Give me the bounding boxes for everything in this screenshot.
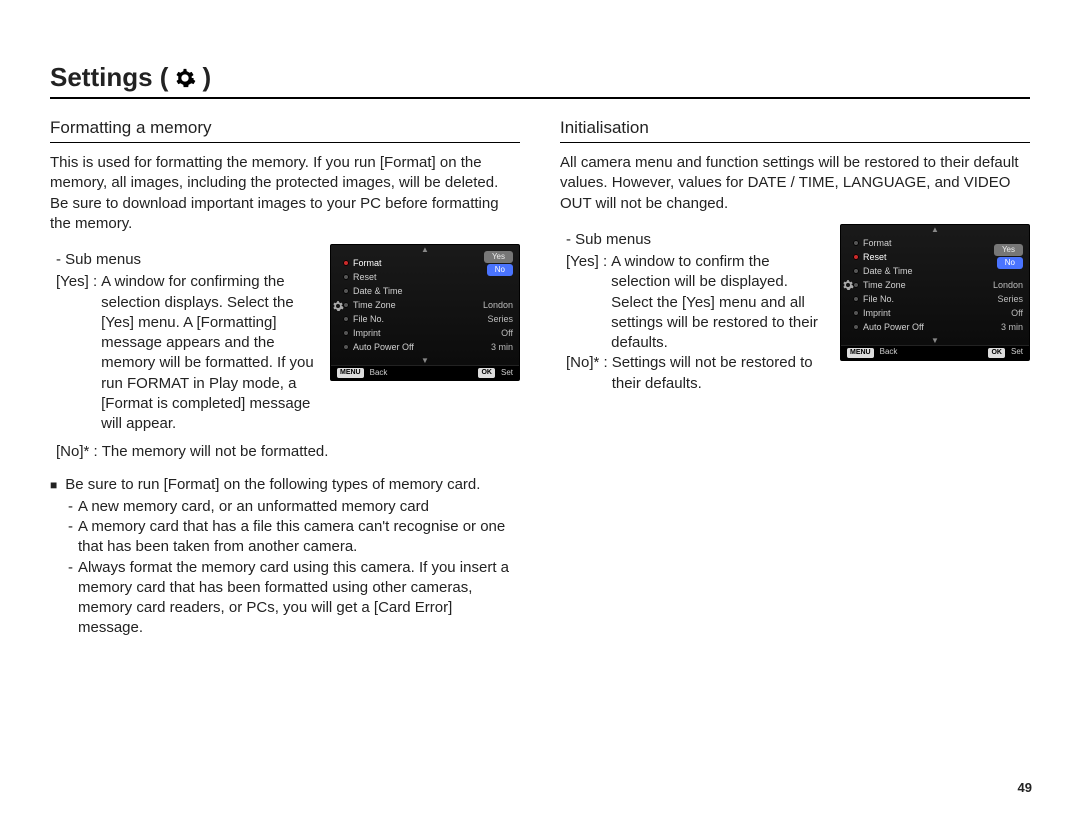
cam-item-label: Auto Power Off [863, 321, 995, 333]
cam-item-label: Auto Power Off [353, 341, 485, 353]
cam-item-label: Date & Time [353, 285, 513, 297]
cam-item-dot-icon [343, 330, 349, 336]
dash-item: -Always format the memory card using thi… [68, 558, 520, 639]
footer-back-tag: MENU [847, 348, 874, 358]
intro-text: This is used for formatting the memory. … [50, 153, 520, 234]
submenu-yes-val: A window to confirm the selection will b… [611, 252, 830, 353]
page-title: Settings ( ) [50, 60, 1030, 99]
cam-item-value: 3 min [491, 341, 513, 353]
cam-item-label: File No. [863, 293, 991, 305]
cam-item: File No. Series [337, 312, 513, 326]
cam-item-value: 3 min [1001, 321, 1023, 333]
cam-item: Date & Time [337, 284, 513, 298]
cam-item-label: Imprint [353, 327, 495, 339]
footer-set-tag: OK [988, 348, 1005, 358]
cam-item-label: Date & Time [863, 265, 1023, 277]
cam-item-label: Time Zone [353, 299, 477, 311]
footer-back-label: Back [370, 368, 388, 379]
cam-item: Reset [337, 270, 513, 284]
cam-opt-yes: Yes [484, 251, 513, 263]
title-prefix: Settings ( [50, 60, 168, 95]
cam-item-label: Reset [353, 271, 513, 283]
cam-item-dot-icon [853, 282, 859, 288]
cam-item: Auto Power Off 3 min [847, 320, 1023, 334]
submenu-no-key: [No]* : [56, 442, 98, 462]
section-heading: Formatting a memory [50, 117, 520, 143]
cam-item-dot-icon [343, 302, 349, 308]
cam-item-dot-icon [853, 324, 859, 330]
section-initialisation: Initialisation All camera menu and funct… [560, 117, 1030, 638]
cam-item-label: Format [353, 257, 484, 269]
submenus-label: - Sub menus [56, 250, 320, 270]
page-number: 49 [1018, 779, 1032, 797]
cam-opt-yes: Yes [994, 244, 1023, 256]
bullet-lead-text: Be sure to run [Format] on the following… [65, 475, 480, 495]
cam-item-dot-icon [343, 344, 349, 350]
submenus-label: - Sub menus [566, 230, 830, 250]
cam-item: Date & Time [847, 264, 1023, 278]
submenu-yes-key: [Yes] : [56, 272, 97, 292]
footer-back-label: Back [880, 347, 898, 358]
submenu-yes-val: A window for confirming the selection di… [101, 272, 320, 434]
cam-item: Imprint Off [847, 306, 1023, 320]
title-suffix: ) [202, 60, 211, 95]
dash-list: -A new memory card, or an unformatted me… [68, 497, 520, 639]
cam-item: Time Zone London [847, 278, 1023, 292]
cam-item-value: Off [1011, 307, 1023, 319]
footer-set-tag: OK [478, 368, 495, 378]
cam-item: FormatYesNo [337, 256, 513, 270]
scroll-down-icon: ▼ [841, 336, 1029, 345]
gear-icon [174, 60, 196, 95]
submenu-no-val: The memory will not be formatted. [102, 442, 520, 462]
cam-item-dot-icon [343, 274, 349, 280]
submenu-yes-key: [Yes] : [566, 252, 607, 272]
section-heading: Initialisation [560, 117, 1030, 143]
dash-item: -A new memory card, or an unformatted me… [68, 497, 520, 517]
intro-text: All camera menu and function settings wi… [560, 153, 1030, 214]
camera-screenshot-format: ▲FormatYesNoResetDate & TimeTime ZoneLon… [330, 244, 520, 381]
cam-item: ResetYesNo [847, 250, 1023, 264]
cam-footer: MENU Back OK Set [331, 365, 519, 380]
cam-item: File No. Series [847, 292, 1023, 306]
cam-item-dot-icon [853, 296, 859, 302]
cam-item: Time Zone London [337, 298, 513, 312]
cam-item: Auto Power Off 3 min [337, 340, 513, 354]
cam-item-dot-icon [853, 268, 859, 274]
bullet-square-icon: ■ [50, 475, 57, 495]
scroll-up-icon: ▲ [841, 225, 1029, 234]
cam-item-dot-icon [343, 260, 349, 266]
cam-item-label: Imprint [863, 307, 1005, 319]
footer-back-tag: MENU [337, 368, 364, 378]
cam-item-label: File No. [353, 313, 481, 325]
cam-footer: MENU Back OK Set [841, 345, 1029, 360]
cam-item-dot-icon [853, 240, 859, 246]
footer-set-label: Set [1011, 347, 1023, 358]
cam-item-value: Off [501, 327, 513, 339]
section-format: Formatting a memory This is used for for… [50, 117, 520, 638]
cam-item-dot-icon [853, 254, 859, 260]
footer-set-label: Set [501, 368, 513, 379]
cam-item-dot-icon [343, 316, 349, 322]
cam-item-value: Series [487, 313, 513, 325]
cam-item-label: Time Zone [863, 279, 987, 291]
cam-item-value: London [993, 279, 1023, 291]
scroll-down-icon: ▼ [331, 356, 519, 365]
dash-item: -A memory card that has a file this came… [68, 517, 520, 558]
camera-screenshot-reset: ▲FormatResetYesNoDate & TimeTime ZoneLon… [840, 224, 1030, 361]
submenu-no-val: Settings will not be restored to their d… [612, 353, 830, 394]
cam-item-label: Reset [863, 251, 994, 263]
cam-item-dot-icon [853, 310, 859, 316]
cam-item-value: Series [997, 293, 1023, 305]
cam-item: Imprint Off [337, 326, 513, 340]
submenu-no-key: [No]* : [566, 353, 608, 373]
cam-item-dot-icon [343, 288, 349, 294]
cam-item-value: London [483, 299, 513, 311]
